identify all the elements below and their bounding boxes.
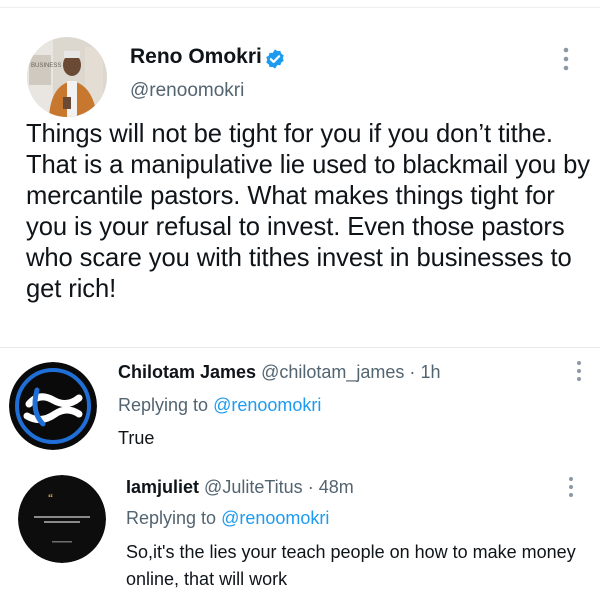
replying-to-label: Replying to [126, 508, 217, 528]
replying-to-handle[interactable]: @renoomokri [213, 395, 321, 415]
reply-avatar-chilotam[interactable] [9, 362, 97, 450]
reply-author-handle[interactable]: @chilotam_james [261, 362, 404, 382]
reply-author-name[interactable]: Iamjuliet [126, 477, 199, 497]
separator-dot: · [307, 477, 314, 497]
more-options-icon[interactable] [555, 44, 577, 74]
author-handle[interactable]: @renoomokri [130, 80, 244, 102]
quote-avatar-image: “ [18, 475, 106, 563]
replying-to-label: Replying to [118, 395, 209, 415]
reply-text: So,it's the lies your teach people on ho… [126, 542, 576, 589]
reply-text: True [118, 428, 155, 448]
reply-avatar-iamjuliet[interactable]: “ [18, 475, 106, 563]
reply-header: Iamjuliet @JuliteTitus · 48m [126, 477, 354, 498]
replying-to-handle[interactable]: @renoomokri [221, 508, 329, 528]
jc-logo-icon [9, 362, 97, 450]
tweet-text: Things will not be tight for you if you … [26, 120, 590, 303]
separator-dot: · [409, 362, 416, 382]
reply-author-handle[interactable]: @JuliteTitus [204, 477, 303, 497]
verified-badge-icon [266, 49, 284, 69]
quote-mark-icon: “ [48, 493, 53, 504]
tweet-thread-screenshot: BUSINESS Reno Omokri @renoomokri Things … [0, 0, 600, 600]
reply-author-name[interactable]: Chilotam James [118, 362, 256, 382]
more-options-icon[interactable] [562, 474, 580, 500]
avatar-book-title: BUSINESS [31, 63, 61, 69]
reply-header: Chilotam James @chilotam_james · 1h [118, 362, 440, 383]
more-options-icon[interactable] [570, 358, 588, 384]
thread-divider [0, 347, 600, 348]
replying-to-line: Replying to @renoomokri [126, 508, 329, 529]
main-avatar[interactable]: BUSINESS [27, 37, 107, 117]
reply-timestamp[interactable]: 48m [319, 477, 354, 497]
top-divider [0, 7, 600, 8]
avatar-photo: BUSINESS [27, 37, 107, 117]
author-name[interactable]: Reno Omokri [130, 45, 262, 69]
replying-to-line: Replying to @renoomokri [118, 395, 321, 416]
reply-timestamp[interactable]: 1h [420, 362, 440, 382]
